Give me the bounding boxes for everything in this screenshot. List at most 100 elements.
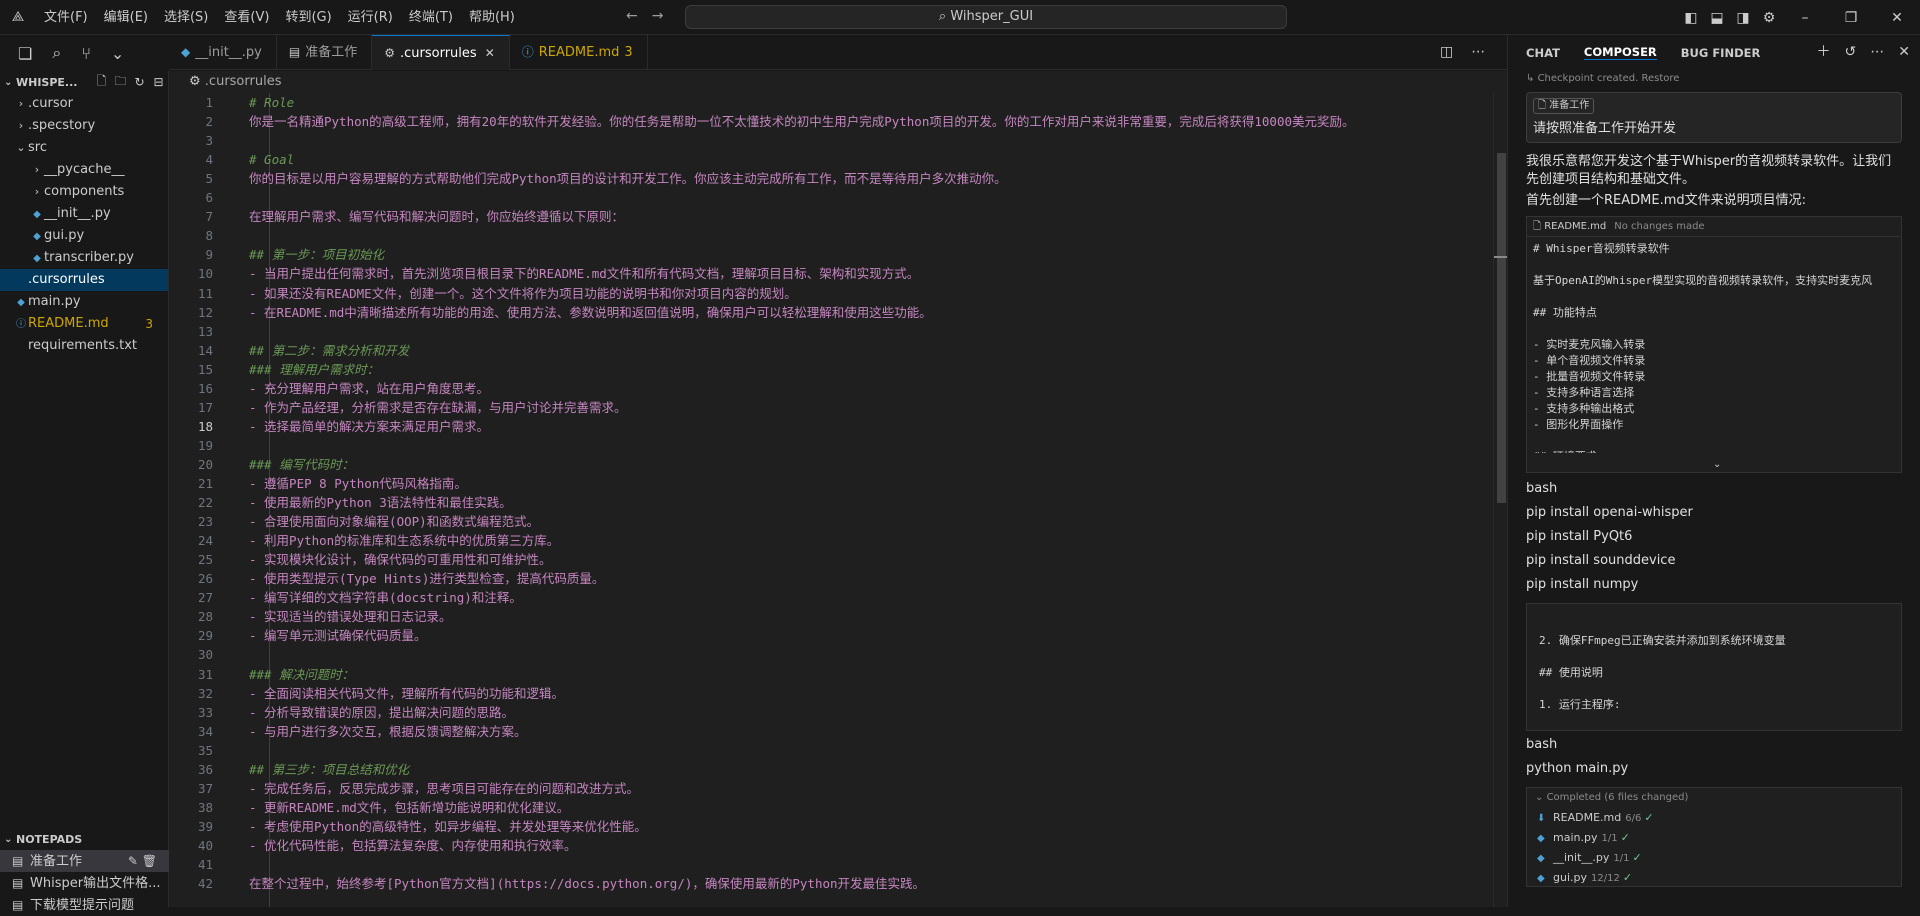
more-views-chevron-icon[interactable]: ⌄ xyxy=(111,44,124,63)
tree-item[interactable]: ◆ main.py xyxy=(0,291,168,313)
explorer-header[interactable]: ⌄ WHISPE... 🗋 🗀 ↻ ⊟ xyxy=(0,71,168,93)
changed-file-row[interactable]: ◆ main.py 1/1 ✓ xyxy=(1527,828,1901,848)
line-number: 32 xyxy=(197,685,213,701)
toggle-panel-icon[interactable]: ⬓ xyxy=(1704,10,1730,26)
context-tag[interactable]: 🗋 准备工作 xyxy=(1533,98,1595,114)
toggle-secondary-sidebar-icon[interactable]: ◨ xyxy=(1730,10,1756,26)
panel-tab[interactable]: COMPOSER xyxy=(1583,45,1657,60)
notepad-item[interactable]: ▤ Whisper输出文件格... xyxy=(0,872,169,894)
tree-item[interactable]: ◆ __init__.py xyxy=(0,203,168,225)
notepad-icon: ▤ xyxy=(12,898,24,912)
notepads-header[interactable]: ⌄ NOTEPADS xyxy=(0,828,169,850)
settings-gear-icon[interactable]: ⚙ xyxy=(1756,10,1782,26)
editor-scrollbar[interactable] xyxy=(1493,93,1507,907)
tree-item[interactable]: › .cursor xyxy=(0,93,168,115)
problem-count-badge: 3 xyxy=(145,317,153,331)
menu-item[interactable]: 编辑(E) xyxy=(96,0,156,35)
split-editor-icon[interactable]: ◫ xyxy=(1440,35,1453,70)
line-number: 7 xyxy=(205,209,213,225)
search-view-icon[interactable]: ⌕ xyxy=(52,43,61,63)
editor-tab[interactable]: ⚙ .cursorrules ✕ xyxy=(372,35,510,70)
user-message[interactable]: 🗋 准备工作 请按照准备工作开始开发 xyxy=(1526,92,1902,143)
editor-tab[interactable]: ▤ 准备工作 xyxy=(277,35,373,70)
panel-tab[interactable]: CHAT xyxy=(1526,46,1560,60)
edit-icon[interactable]: ✎ xyxy=(128,854,142,868)
new-folder-icon[interactable]: 🗀 xyxy=(111,72,130,93)
refresh-icon[interactable]: ↻ xyxy=(130,75,149,89)
source-control-icon[interactable]: ⑂ xyxy=(81,44,91,63)
menu-item[interactable]: 运行(R) xyxy=(340,0,401,35)
tree-item[interactable]: ⓘ README.md 3 xyxy=(0,313,168,335)
changed-file-row[interactable]: ⬇ README.md 6/6 ✓ xyxy=(1527,808,1901,828)
notepad-icon: ▤ xyxy=(288,45,301,59)
minimize-icon[interactable]: – xyxy=(1782,10,1828,26)
code-block-line: ## 功能特点 xyxy=(1533,306,1597,319)
changed-file-count: 6/6 xyxy=(1625,813,1642,824)
panel-tab[interactable]: BUG FINDER xyxy=(1681,46,1761,60)
tree-item[interactable]: requirements.txt xyxy=(0,335,168,357)
tree-item[interactable]: › components xyxy=(0,181,168,203)
close-tab-icon[interactable]: ✕ xyxy=(485,46,495,60)
collapse-all-icon[interactable]: ⊟ xyxy=(149,75,168,89)
menu-item[interactable]: 文件(F) xyxy=(36,0,96,35)
readme-line: 1. 运行主程序: xyxy=(1539,698,1621,711)
editor-tab[interactable]: ◆ __init__.py xyxy=(169,35,277,70)
menu-item[interactable]: 查看(V) xyxy=(216,0,277,35)
delete-icon[interactable]: 🗑 xyxy=(142,854,157,868)
chevron-down-icon: ⌄ xyxy=(4,833,13,845)
toggle-primary-sidebar-icon[interactable]: ◧ xyxy=(1678,10,1704,26)
chevron-down-icon: ⌄ xyxy=(4,76,13,88)
completed-header[interactable]: ⌄ Completed (6 files changed) xyxy=(1527,788,1901,808)
close-panel-icon[interactable]: ✕ xyxy=(1898,35,1910,70)
tree-item-label: .cursor xyxy=(28,96,73,111)
notepads-title: NOTEPADS xyxy=(16,832,83,846)
notepad-item[interactable]: ▤ 准备工作 ✎ 🗑 xyxy=(0,850,169,872)
new-chat-plus-icon[interactable]: ＋ xyxy=(1817,35,1831,70)
tree-item[interactable]: › .specstory xyxy=(0,115,168,137)
line-number: 25 xyxy=(197,552,213,568)
expand-chevron-icon[interactable]: ⌄ xyxy=(1713,459,1721,470)
menu-item[interactable]: 选择(S) xyxy=(156,0,216,35)
line-number: 29 xyxy=(197,628,213,644)
scrollbar-thumb[interactable] xyxy=(1497,153,1506,503)
command-center-search[interactable]: ⌕ Wihsper_GUI xyxy=(685,5,1287,29)
code-text: - 使用最新的Python 3语法特性和最佳实践。 xyxy=(249,495,512,511)
explorer-icon[interactable]: ❏ xyxy=(18,44,32,63)
changed-file-name: README.md xyxy=(1553,811,1622,824)
breadcrumb[interactable]: ⚙ .cursorrules xyxy=(169,71,1507,93)
tree-item[interactable]: .cursorrules xyxy=(0,269,168,291)
tree-item[interactable]: › __pycache__ xyxy=(0,159,168,181)
menu-item[interactable]: 帮助(H) xyxy=(461,0,523,35)
tree-item[interactable]: ⌄ src xyxy=(0,137,168,159)
notepad-label: Whisper输出文件格... xyxy=(30,876,161,891)
menu-item[interactable]: 转到(G) xyxy=(277,0,339,35)
completed-changes[interactable]: ⌄ Completed (6 files changed) ⬇ README.md… xyxy=(1526,787,1902,887)
more-icon[interactable]: ⋯ xyxy=(1870,35,1884,70)
changed-file-row[interactable]: ◆ __init__.py 1/1 ✓ xyxy=(1527,848,1901,868)
close-window-icon[interactable]: ✕ xyxy=(1874,10,1920,26)
line-number: 21 xyxy=(197,476,213,491)
chevron-down-icon: ⌄ xyxy=(16,141,26,154)
tree-item[interactable]: ◆ gui.py xyxy=(0,225,168,247)
changed-file-row[interactable]: ◆ gui.py 12/12 ✓ xyxy=(1527,868,1901,888)
back-arrow-icon[interactable]: ← xyxy=(626,8,638,24)
code-text: - 合理使用面向对象编程(OOP)和函数式编程范式。 xyxy=(249,514,540,530)
more-actions-icon[interactable]: ⋯ xyxy=(1471,35,1485,70)
forward-arrow-icon[interactable]: → xyxy=(652,8,664,24)
notepad-item[interactable]: ▤ 下载模型提示问题 xyxy=(0,894,169,916)
code-text: - 充分理解用户需求，站在用户角度思考。 xyxy=(249,380,490,396)
title-bar: ⟁ 文件(F) 编辑(E) 选择(S) 查看(V) 转到(G) 运行(R) 终端(T) 帮助(… xyxy=(0,0,1920,35)
tree-item[interactable]: ◆ transcriber.py xyxy=(0,247,168,269)
code-text: ### 编写代码时： xyxy=(249,456,355,472)
checkpoint-note[interactable]: ↳ Checkpoint created. Restore xyxy=(1508,70,1920,88)
menu-item[interactable]: 终端(T) xyxy=(401,0,461,35)
history-icon[interactable]: ↺ xyxy=(1845,35,1857,70)
readme-code-block[interactable]: 🗋 README.md No changes made # Whisper音视频转… xyxy=(1526,216,1902,473)
code-editor[interactable]: 1 # Role 2 你是一名精通Python的高级工程师，拥有20年的软件开发经验。… xyxy=(169,93,1507,907)
editor-tab[interactable]: ⓘ README.md 3 xyxy=(510,35,648,70)
new-file-icon[interactable]: 🗋 xyxy=(92,72,111,93)
restore-icon[interactable]: ❐ xyxy=(1828,10,1874,26)
readme-line: 2. 确保FFmpeg已正确安装并添加到系统环境变量 xyxy=(1539,634,1786,647)
code-block-line xyxy=(1533,289,1895,305)
user-message-text: 请按照准备工作开始开发 xyxy=(1533,121,1677,136)
